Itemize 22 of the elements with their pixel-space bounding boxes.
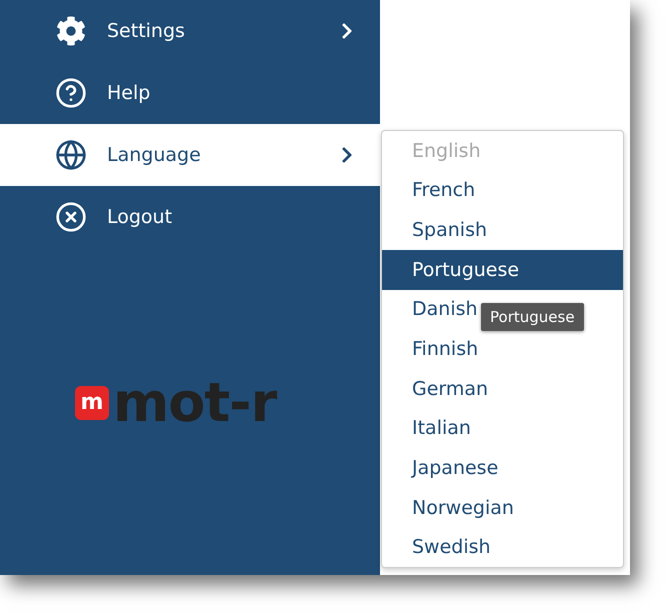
language-option[interactable]: Japanese <box>382 448 502 488</box>
language-option[interactable]: French <box>382 170 480 210</box>
menu-label: Logout <box>107 206 174 228</box>
language-option[interactable]: Portuguese <box>382 250 623 290</box>
logo-text: mot-r <box>113 376 276 430</box>
settings-icon <box>55 15 87 47</box>
language-option[interactable]: Norwegian <box>382 488 518 528</box>
close-icon <box>55 201 87 233</box>
logo-badge: m <box>75 386 109 420</box>
globe-icon <box>55 139 87 171</box>
language-option[interactable]: Italian <box>382 408 475 448</box>
menu-label: Help <box>107 82 152 104</box>
language-option[interactable]: Finnish <box>382 329 482 369</box>
tooltip: Portuguese <box>481 303 584 331</box>
language-option[interactable]: Swedish <box>382 527 495 568</box>
menu-item[interactable]: Language <box>0 124 380 186</box>
menu-label: Language <box>107 144 202 166</box>
language-option[interactable]: German <box>382 368 492 408</box>
menu-label: Settings <box>107 20 186 42</box>
language-option[interactable]: Danish <box>382 290 482 330</box>
help-icon <box>55 77 87 109</box>
language-option[interactable]: Spanish <box>382 210 492 250</box>
